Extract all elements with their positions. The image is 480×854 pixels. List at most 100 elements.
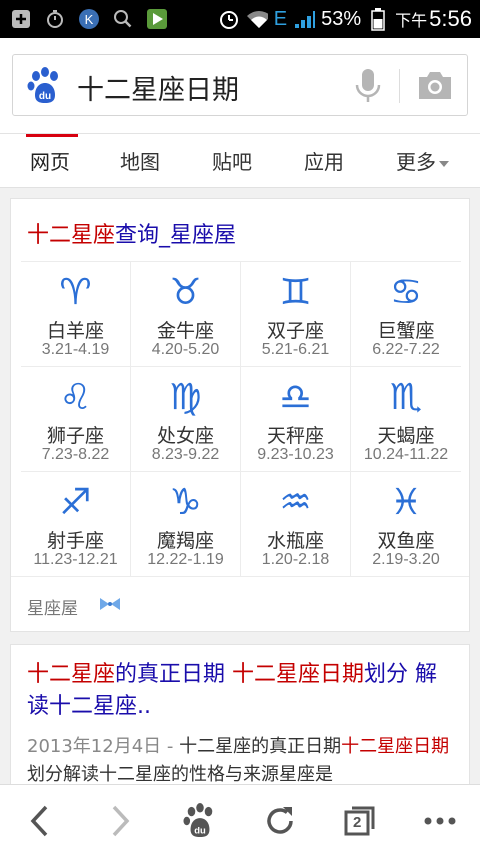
zodiac-dates: 8.23-9.22 xyxy=(151,446,220,463)
taurus-icon: ♉ xyxy=(169,272,202,313)
svg-text:K: K xyxy=(85,12,94,27)
svg-text:du: du xyxy=(39,91,51,102)
search-input[interactable]: 十二星座日期 xyxy=(77,68,239,107)
zodiac-name: 白羊座 xyxy=(46,320,104,342)
forward-arrow-icon xyxy=(112,805,130,837)
zodiac-result-card: 十二星座查询_星座屋 ♈ 白羊座 3.21-4.19 ♉ 金牛座 4.20-5.… xyxy=(10,198,470,632)
gemini-icon: ♊ xyxy=(279,272,312,313)
leo-icon: ♌ xyxy=(59,377,92,418)
sagittarius-icon: ♐ xyxy=(59,482,92,523)
tab-map[interactable]: 地图 xyxy=(120,146,160,175)
network-type: E xyxy=(273,7,288,30)
camera-icon[interactable] xyxy=(417,69,453,101)
zodiac-name: 天蝎座 xyxy=(377,425,435,447)
zodiac-cell-sagittarius[interactable]: ♐ 射手座 11.23-12.21 xyxy=(21,472,131,576)
zodiac-cell-scorpio[interactable]: ♏ 天蝎座 10.24-11.22 xyxy=(351,367,461,471)
zodiac-dates: 3.21-4.19 xyxy=(41,341,110,358)
zodiac-name: 狮子座 xyxy=(46,425,104,447)
battery-icon xyxy=(367,8,389,31)
forward-button[interactable] xyxy=(100,801,140,841)
svg-text:du: du xyxy=(194,825,206,836)
signal-icon xyxy=(293,8,316,30)
zodiac-name: 魔羯座 xyxy=(156,530,214,552)
result-title-link[interactable]: 十二星座查询_星座屋 xyxy=(27,217,236,249)
zodiac-cell-gemini[interactable]: ♊ 双子座 5.21-6.21 xyxy=(241,262,351,366)
zodiac-cell-capricorn[interactable]: ♑ 魔羯座 12.22-1.19 xyxy=(131,472,241,576)
zodiac-name: 天秤座 xyxy=(266,425,324,447)
zodiac-cell-cancer[interactable]: ♋ 巨蟹座 6.22-7.22 xyxy=(351,262,461,366)
result-snippet: 2013年12月4日 - 十二星座的真正日期十二星座日期划分解读十二星座的性格与… xyxy=(27,736,450,785)
zodiac-cell-aries[interactable]: ♈ 白羊座 3.21-4.19 xyxy=(21,262,131,366)
zodiac-dates: 12.22-1.19 xyxy=(147,551,224,568)
search-category-tabs: 网页 地图 贴吧 应用 更多 xyxy=(0,134,480,188)
search-header: du 十二星座日期 xyxy=(0,38,480,134)
zodiac-name: 射手座 xyxy=(46,530,104,552)
play-store-icon xyxy=(146,8,168,30)
virgo-icon: ♍ xyxy=(169,377,202,418)
zodiac-cell-virgo[interactable]: ♍ 处女座 8.23-9.22 xyxy=(131,367,241,471)
search-divider xyxy=(399,69,400,103)
card-source-footer: 星座屋 xyxy=(11,576,469,632)
more-dots-icon xyxy=(424,817,456,825)
zodiac-cell-libra[interactable]: ♎ 天秤座 9.23-10.23 xyxy=(241,367,351,471)
app-k-icon: K xyxy=(78,8,100,30)
tab-tieba[interactable]: 贴吧 xyxy=(212,146,252,175)
tab-apps[interactable]: 应用 xyxy=(304,146,344,175)
tab-web[interactable]: 网页 xyxy=(30,146,70,175)
zodiac-grid: ♈ 白羊座 3.21-4.19 ♉ 金牛座 4.20-5.20 ♊ 双子座 5.… xyxy=(21,261,461,576)
clock: 下午5:56 xyxy=(395,6,472,31)
alarm-icon xyxy=(218,8,240,30)
microphone-icon[interactable] xyxy=(353,67,383,105)
zodiac-cell-leo[interactable]: ♌ 狮子座 7.23-8.22 xyxy=(21,367,131,471)
zodiac-cell-aquarius[interactable]: ♒ 水瓶座 1.20-2.18 xyxy=(241,472,351,576)
source-bowtie-icon xyxy=(99,596,121,612)
zodiac-dates: 4.20-5.20 xyxy=(151,341,220,358)
aquarius-icon: ♒ xyxy=(279,482,312,523)
zodiac-name: 双子座 xyxy=(266,320,324,342)
result-date: 2013年12月4日 - xyxy=(27,736,180,757)
zodiac-name: 巨蟹座 xyxy=(377,320,435,342)
zodiac-cell-pisces[interactable]: ♓ 双鱼座 2.19-3.20 xyxy=(351,472,461,576)
menu-button[interactable] xyxy=(420,801,460,841)
baidu-paw-logo-icon[interactable]: du xyxy=(27,67,63,105)
zodiac-dates: 9.23-10.23 xyxy=(257,446,334,463)
status-bar: K E 53% 下午5:56 xyxy=(0,0,480,38)
baidu-paw-icon: du xyxy=(183,803,213,838)
search-notification-icon xyxy=(112,8,134,30)
pisces-icon: ♓ xyxy=(389,482,423,523)
aries-icon: ♈ xyxy=(59,272,92,313)
add-notification-icon xyxy=(10,8,32,30)
back-arrow-icon xyxy=(30,805,48,837)
zodiac-name: 处女座 xyxy=(156,425,214,447)
timer-icon xyxy=(44,8,66,30)
zodiac-cell-taurus[interactable]: ♉ 金牛座 4.20-5.20 xyxy=(131,262,241,366)
result-title-link[interactable]: 十二星座的真正日期 十二星座日期划分 解读十二星座.. xyxy=(27,659,457,723)
back-button[interactable] xyxy=(20,801,60,841)
zodiac-name: 双鱼座 xyxy=(377,530,435,552)
zodiac-dates: 11.23-12.21 xyxy=(33,551,118,568)
baidu-home-button[interactable]: du xyxy=(180,801,220,841)
refresh-icon xyxy=(267,807,293,834)
search-box[interactable]: du 十二星座日期 xyxy=(12,54,468,116)
tab-more[interactable]: 更多 xyxy=(396,146,449,175)
browser-bottom-bar: du 2 xyxy=(0,784,480,854)
libra-icon: ♎ xyxy=(279,377,312,418)
zodiac-dates: 5.21-6.21 xyxy=(261,341,330,358)
source-label[interactable]: 星座屋 xyxy=(27,594,78,619)
tab-count: 2 xyxy=(353,814,362,831)
search-result-card: 十二星座的真正日期 十二星座日期划分 解读十二星座.. 2013年12月4日 -… xyxy=(10,644,470,794)
capricorn-icon: ♑ xyxy=(169,482,202,523)
tabs-button[interactable]: 2 xyxy=(340,801,380,841)
cancer-icon: ♋ xyxy=(389,272,423,313)
active-tab-indicator xyxy=(26,134,78,137)
zodiac-dates: 6.22-7.22 xyxy=(372,341,440,358)
zodiac-dates: 10.24-11.22 xyxy=(363,446,449,463)
battery-percent: 53% xyxy=(321,7,362,30)
zodiac-dates: 1.20-2.18 xyxy=(261,551,330,568)
chevron-down-icon xyxy=(439,160,449,167)
zodiac-name: 金牛座 xyxy=(156,320,214,342)
scorpio-icon: ♏ xyxy=(389,377,423,418)
zodiac-dates: 7.23-8.22 xyxy=(41,446,110,463)
zodiac-dates: 2.19-3.20 xyxy=(372,551,440,568)
refresh-button[interactable] xyxy=(260,801,300,841)
